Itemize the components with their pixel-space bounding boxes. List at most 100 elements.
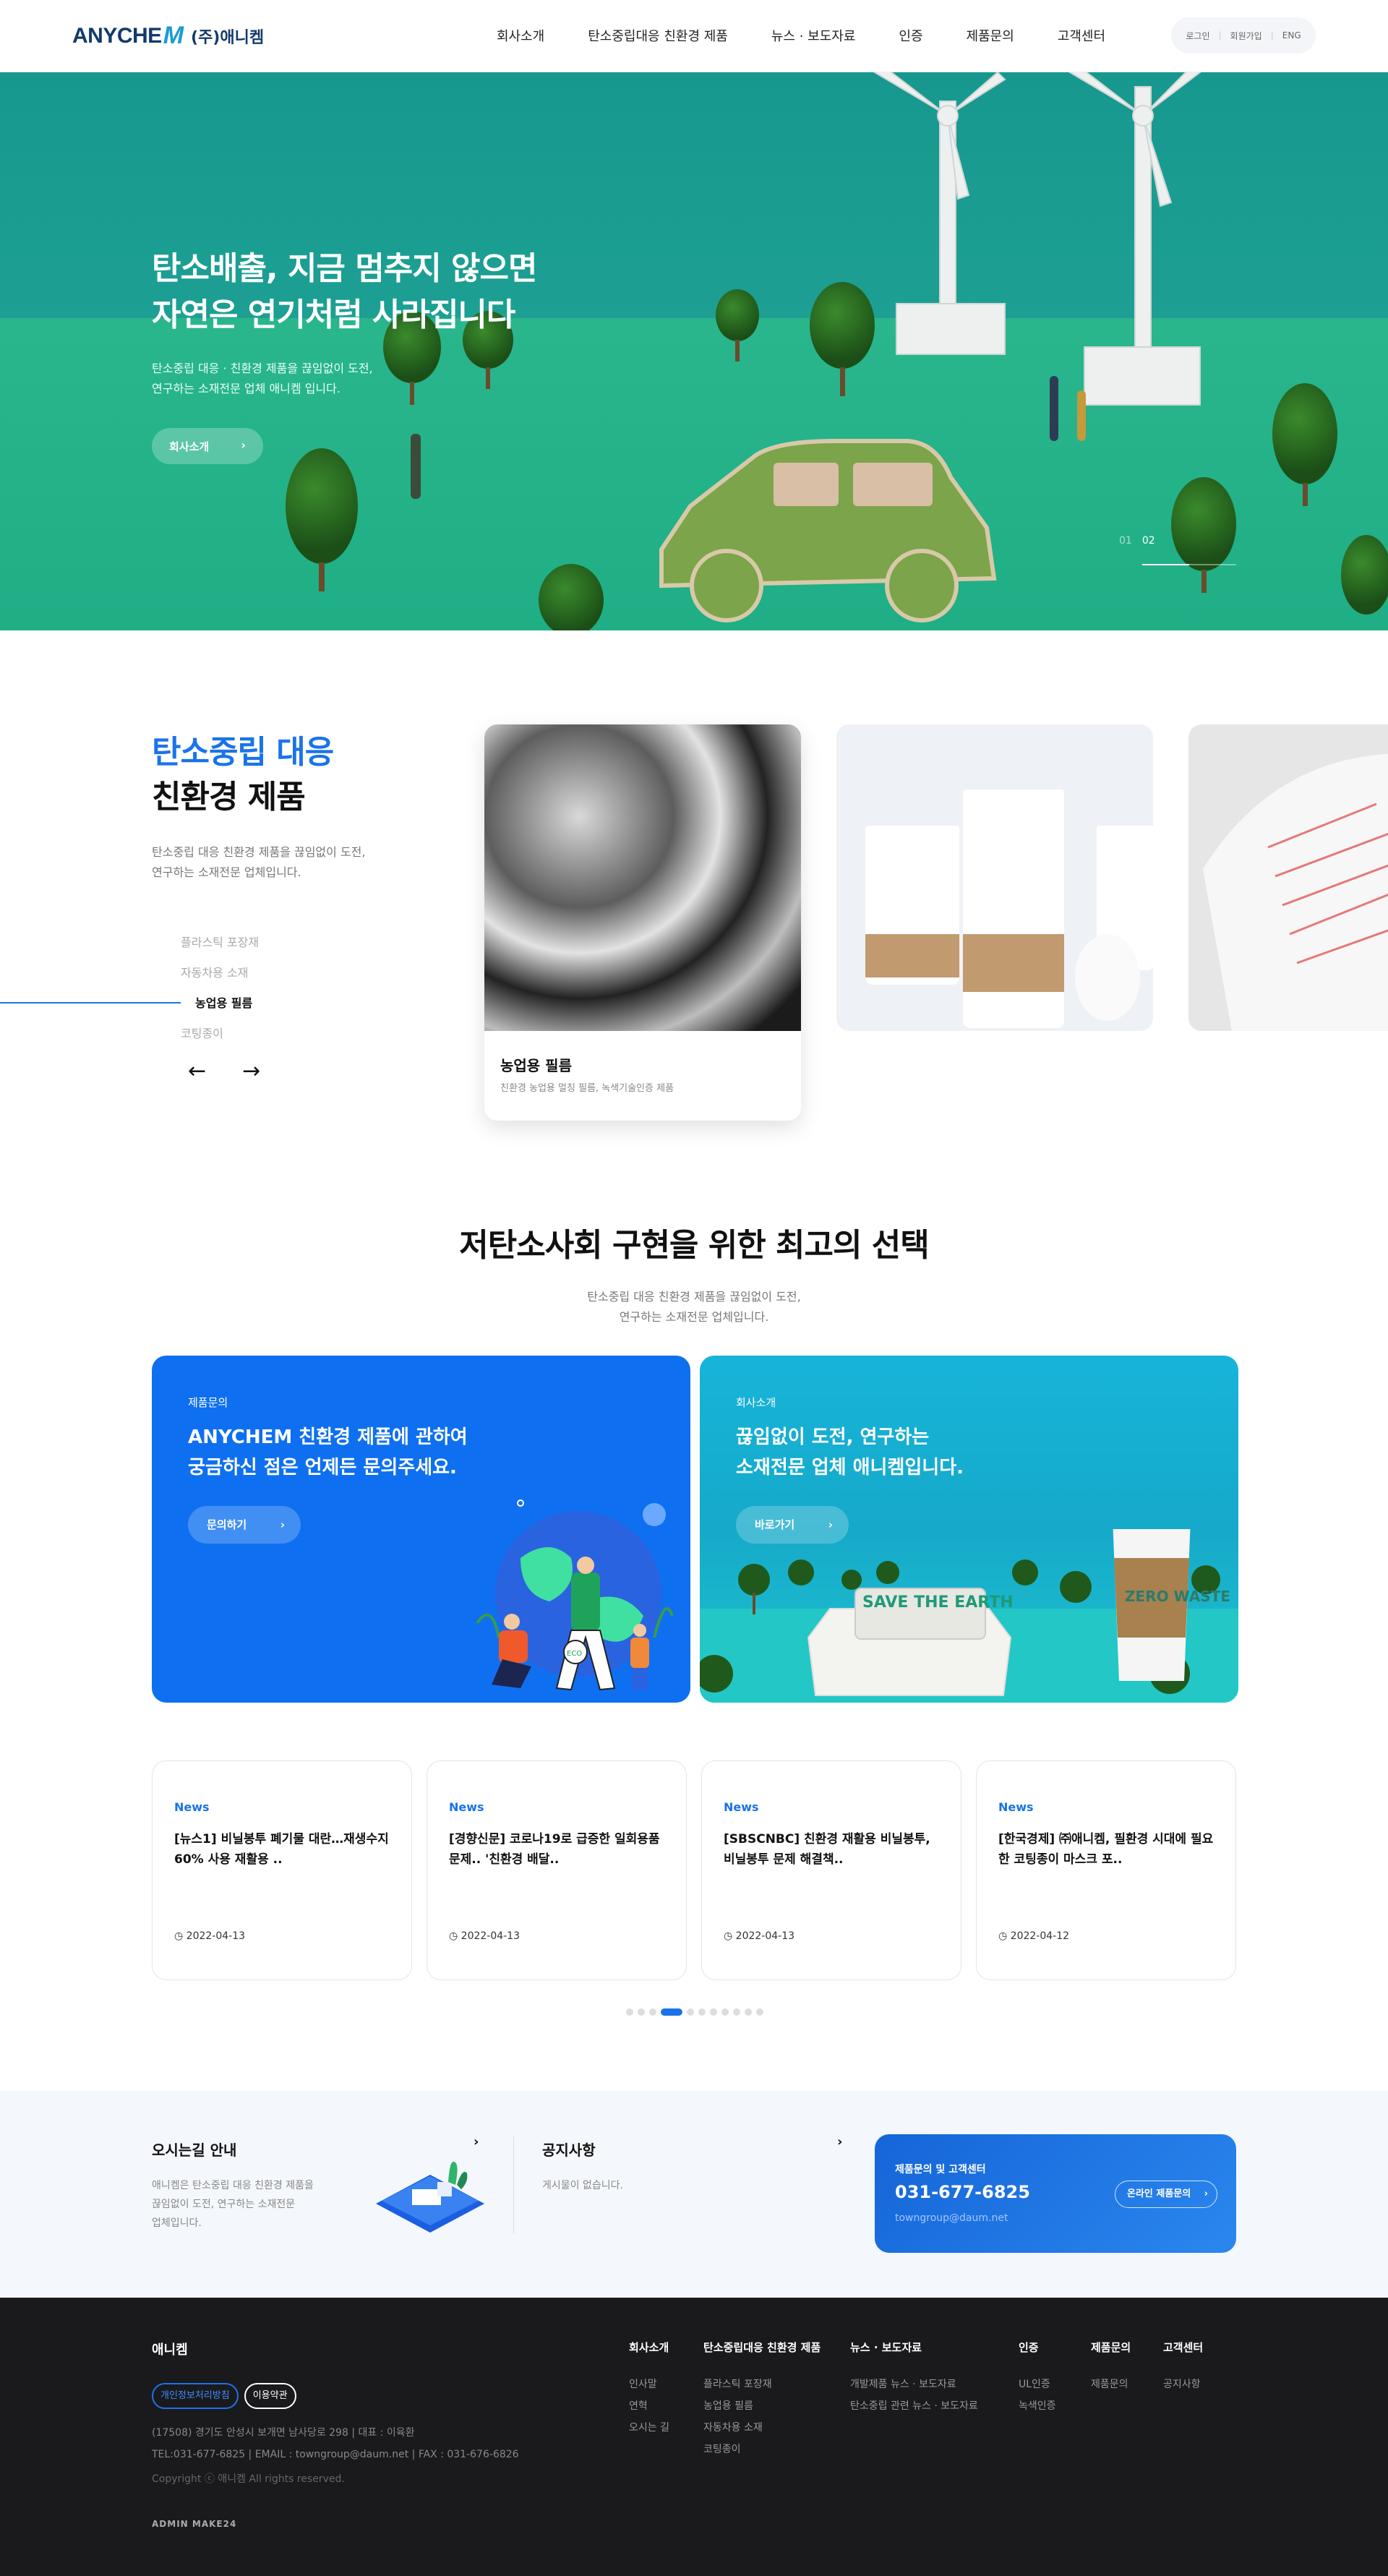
admin-link[interactable]: ADMIN MAKE24 bbox=[152, 2519, 236, 2529]
footer-link[interactable]: 제품문의 bbox=[1091, 2374, 1131, 2395]
footer-link[interactable]: 플라스틱 포장재 bbox=[703, 2374, 821, 2395]
tree-decoration bbox=[716, 289, 759, 361]
tree-decoration bbox=[1341, 535, 1388, 629]
footer-link[interactable]: 코팅종이 bbox=[703, 2439, 821, 2460]
footer-link[interactable]: 녹색인증 bbox=[1019, 2395, 1056, 2417]
company-card[interactable]: 회사소개 끊임없이 도전, 연구하는 소재전문 업체 애니켐입니다. 바로가기 ›… bbox=[700, 1356, 1238, 1703]
news-pagination-dots bbox=[626, 2008, 763, 2016]
company-card-tag: 회사소개 bbox=[736, 1396, 776, 1409]
arrow-left-icon[interactable]: ← bbox=[188, 1058, 206, 1084]
nav-support[interactable]: 고객센터 bbox=[1036, 26, 1127, 45]
online-inquiry-button[interactable]: 온라인 제품문의 › bbox=[1115, 2181, 1217, 2208]
hero-button-label: 회사소개 bbox=[169, 440, 210, 453]
news-card[interactable]: News [SBSCNBC] 친환경 재활용 비닐봉투, 비닐봉투 문제 해결책… bbox=[701, 1760, 961, 1980]
products-active-indicator bbox=[0, 1002, 181, 1004]
cs-email[interactable]: towngroup@daum.net bbox=[895, 2212, 1008, 2224]
inquiry-button[interactable]: 문의하기 › bbox=[188, 1506, 301, 1544]
product-card-agri-film[interactable]: 농업용 필름 친환경 농업용 멀칭 필름, 녹색기술인증 제품 bbox=[484, 724, 801, 1121]
nav-products[interactable]: 탄소중립대응 친환경 제품 bbox=[566, 26, 750, 45]
pagination-dot[interactable] bbox=[721, 2008, 729, 2016]
footer-link[interactable]: 탄소중립 관련 뉴스 · 보도자료 bbox=[850, 2395, 978, 2417]
products-description: 탄소중립 대응 친환경 제품을 끊임없이 도전, 연구하는 소재전문 업체입니다… bbox=[152, 842, 365, 883]
hero-description: 탄소중립 대응 · 친환경 제품을 끊임없이 도전, 연구하는 소재전문 업체 … bbox=[152, 359, 373, 399]
footer-link[interactable]: 자동차용 소재 bbox=[703, 2417, 821, 2439]
pagination-dot[interactable] bbox=[710, 2008, 717, 2016]
slide-number-1[interactable]: 01 bbox=[1119, 535, 1132, 547]
company-title-line: 끊임없이 도전, 연구하는 bbox=[736, 1426, 930, 1448]
news-title: [SBSCNBC] 친환경 재활용 비닐봉투, 비닐봉투 문제 해결책.. bbox=[724, 1832, 930, 1867]
footer-col-support: 고객센터 공지사항 bbox=[1163, 2340, 1203, 2395]
location-title[interactable]: 오시는길 안내 bbox=[152, 2139, 236, 2160]
footer-link[interactable]: 개발제품 뉴스 · 보도자료 bbox=[850, 2374, 978, 2395]
chevron-right-icon[interactable]: › bbox=[474, 2134, 479, 2149]
footer-link[interactable]: 인사말 bbox=[629, 2374, 669, 2395]
news-category: News bbox=[724, 1800, 759, 1814]
footer-link[interactable]: 공지사항 bbox=[1163, 2374, 1203, 2395]
nav-inquiry[interactable]: 제품문의 bbox=[945, 26, 1036, 45]
logo[interactable]: ANYCHE M (주)애니켐 bbox=[72, 22, 264, 50]
nav-news[interactable]: 뉴스 · 보도자료 bbox=[750, 26, 878, 45]
pagination-dot[interactable] bbox=[626, 2008, 633, 2016]
category-plastic-packaging[interactable]: 플라스틱 포장재 bbox=[181, 933, 259, 963]
footer-col-head[interactable]: 제품문의 bbox=[1091, 2340, 1131, 2355]
news-card[interactable]: News [경향신문] 코로나19로 급증한 일회용품 문제.. '친환경 배달… bbox=[427, 1760, 687, 1980]
footer-col-head[interactable]: 회사소개 bbox=[629, 2340, 669, 2355]
footer-link[interactable]: 연혁 bbox=[629, 2395, 669, 2417]
footer-col-head[interactable]: 고객센터 bbox=[1163, 2340, 1203, 2355]
figurine-person bbox=[1050, 376, 1058, 441]
nav-certification[interactable]: 인증 bbox=[877, 26, 944, 45]
hero-progress-fill bbox=[1142, 564, 1189, 565]
pagination-dot[interactable] bbox=[638, 2008, 645, 2016]
zero-waste-cup-text: ZERO WASTE bbox=[1125, 1588, 1230, 1605]
chevron-right-icon: › bbox=[1204, 2188, 1208, 2199]
hero-desc-line: 연구하는 소재전문 업체 애니켐 입니다. bbox=[152, 382, 340, 395]
footer-col-head[interactable]: 인증 bbox=[1019, 2340, 1056, 2355]
chevron-right-icon: › bbox=[280, 1518, 285, 1531]
cs-phone[interactable]: 031-677-6825 bbox=[895, 2182, 1030, 2202]
product-card-paper-cups[interactable] bbox=[836, 724, 1153, 1031]
pagination-dot[interactable] bbox=[661, 2008, 682, 2016]
map-location-icon bbox=[376, 2161, 484, 2233]
category-automotive[interactable]: 자동차용 소재 bbox=[181, 963, 259, 993]
privacy-policy-link[interactable]: 개인정보처리방침 bbox=[152, 2383, 239, 2409]
footer-link[interactable]: UL인증 bbox=[1019, 2374, 1056, 2395]
join-link[interactable]: 회원가입 bbox=[1222, 30, 1271, 42]
products-title: 탄소중립 대응 친환경 제품 bbox=[152, 730, 334, 820]
notice-title[interactable]: 공지사항 bbox=[542, 2139, 596, 2160]
pagination-dot[interactable] bbox=[745, 2008, 752, 2016]
inquiry-button-label: 문의하기 bbox=[207, 1518, 247, 1531]
chevron-right-icon[interactable]: › bbox=[837, 2134, 842, 2149]
tree-decoration bbox=[286, 448, 358, 593]
language-link[interactable]: ENG bbox=[1274, 30, 1310, 40]
pagination-dot[interactable] bbox=[649, 2008, 656, 2016]
product-card-plastic-bag[interactable] bbox=[1188, 724, 1388, 1031]
pagination-dot[interactable] bbox=[687, 2008, 694, 2016]
pagination-dot[interactable] bbox=[756, 2008, 763, 2016]
footer-link[interactable]: 오시는 길 bbox=[629, 2417, 669, 2439]
slide-number-2[interactable]: 02 bbox=[1142, 535, 1155, 547]
pagination-dot[interactable] bbox=[698, 2008, 706, 2016]
inquiry-card[interactable]: 제품문의 ANYCHEM 친환경 제품에 관하여 궁금하신 점은 언제든 문의주… bbox=[152, 1356, 690, 1703]
terms-link[interactable]: 이용약관 bbox=[244, 2383, 296, 2409]
news-card[interactable]: News [뉴스1] 비닐봉투 폐기물 대란…재생수지 60% 사용 재활용 .… bbox=[152, 1760, 412, 1980]
nav-company[interactable]: 회사소개 bbox=[475, 26, 566, 45]
hero-company-button[interactable]: 회사소개 › bbox=[152, 428, 263, 464]
arrow-right-icon[interactable]: → bbox=[242, 1058, 260, 1084]
hero-banner: 탄소배출, 지금 멈추지 않으면 자연은 연기처럼 사라집니다 탄소중립 대응 … bbox=[0, 72, 1388, 630]
choice-section-description: 탄소중립 대응 친환경 제품을 끊임없이 도전, 연구하는 소재전문 업체입니다… bbox=[0, 1287, 1388, 1327]
category-coated-paper[interactable]: 코팅종이 bbox=[181, 1024, 259, 1054]
pagination-dot[interactable] bbox=[733, 2008, 740, 2016]
news-card[interactable]: News [한국경제] ㈜애니켐, 필환경 시대에 필요한 코팅종이 마스크 포… bbox=[976, 1760, 1236, 1980]
login-link[interactable]: 로그인 bbox=[1177, 30, 1218, 42]
footer-link[interactable]: 농업용 필름 bbox=[703, 2395, 821, 2417]
products-title-main: 친환경 제품 bbox=[152, 779, 306, 816]
footer-col-head[interactable]: 뉴스 · 보도자료 bbox=[850, 2340, 978, 2355]
category-agri-film[interactable]: 농업용 필름 bbox=[195, 993, 259, 1024]
products-category-menu: 플라스틱 포장재 자동차용 소재 농업용 필름 코팅종이 bbox=[181, 933, 259, 1054]
address-line: (17508) 경기도 안성시 보개면 남사당로 298 | 대표 : 이육환 bbox=[152, 2427, 415, 2439]
figurine-person bbox=[1077, 390, 1086, 441]
car-cutout-illustration bbox=[659, 439, 997, 622]
news-date-value: 2022-04-12 bbox=[1010, 1930, 1070, 1942]
footer-col-head[interactable]: 탄소중립대응 친환경 제품 bbox=[703, 2340, 821, 2355]
inquiry-card-title: ANYCHEM 친환경 제품에 관하여 궁금하신 점은 언제든 문의주세요. bbox=[188, 1422, 468, 1483]
